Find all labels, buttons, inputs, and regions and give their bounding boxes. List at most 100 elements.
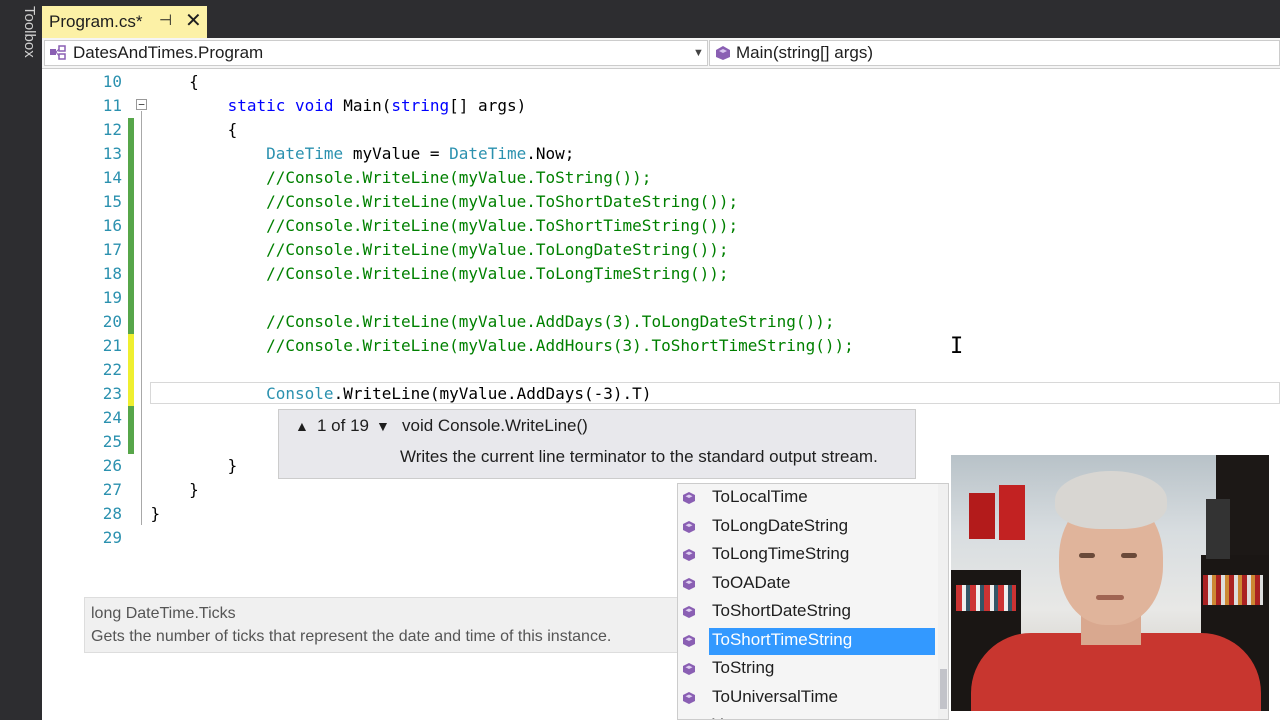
completion-item-label: ToShortTimeString xyxy=(712,629,853,649)
code-line[interactable]: } xyxy=(112,478,199,502)
line-number: 10 xyxy=(102,72,122,91)
code-line[interactable]: static void Main(string[] args) xyxy=(112,94,527,118)
code-token: //Console.WriteLine(myValue.ToShortDateS… xyxy=(266,192,739,211)
document-tab-strip xyxy=(42,0,1280,38)
text-cursor-icon: I xyxy=(950,334,964,359)
line-number: 12 xyxy=(102,120,122,139)
method-icon xyxy=(682,691,696,705)
code-line[interactable]: //Console.WriteLine(myValue.ToShortDateS… xyxy=(112,190,738,214)
completion-item-label: ToOADate xyxy=(712,572,791,592)
method-icon xyxy=(682,520,696,534)
webcam-books xyxy=(1203,575,1263,605)
completion-item[interactable]: ToLongDateString xyxy=(678,513,936,541)
code-token: .Now; xyxy=(526,144,575,163)
completion-item[interactable]: ToLongTimeString xyxy=(678,541,936,569)
type-dropdown[interactable]: DatesAndTimes.Program ▼ xyxy=(44,40,708,66)
signature-help-tooltip: ▲ 1 of 19 ▼ void Console.WriteLine() Wri… xyxy=(278,409,916,479)
method-icon xyxy=(682,491,696,505)
line-number: 22 xyxy=(102,360,122,379)
code-token: } xyxy=(112,504,161,523)
code-token: .WriteLine(myValue.AddDays(-3).T) xyxy=(333,384,652,403)
completion-scroll-thumb[interactable] xyxy=(940,669,947,709)
completion-item[interactable]: ToString xyxy=(678,655,936,683)
completion-list[interactable]: ToLocalTime ToLongDateString ToLongTimeStr… xyxy=(677,483,949,720)
member-dropdown[interactable]: Main(string[] args) xyxy=(709,40,1280,66)
tab-program-cs[interactable]: Program.cs* ⊣ ✕ xyxy=(42,6,207,38)
toolbox-strip[interactable]: Toolbox xyxy=(0,0,42,720)
webcam-lantern xyxy=(1206,499,1230,559)
code-token: } xyxy=(112,456,238,475)
code-token: string xyxy=(391,96,450,115)
class-icon xyxy=(49,45,67,66)
line-number: 14 xyxy=(102,168,122,187)
code-line[interactable]: } xyxy=(112,454,238,478)
navigation-bar: DatesAndTimes.Program ▼ Main(string[] ar… xyxy=(42,38,1280,69)
completion-item[interactable]: ToOADate xyxy=(678,570,936,598)
code-line[interactable]: DateTime myValue = DateTime.Now; xyxy=(112,142,574,166)
code-line[interactable]: } xyxy=(112,502,161,526)
line-number: 11 xyxy=(102,96,122,115)
line-number: 18 xyxy=(102,264,122,283)
toolbox-label[interactable]: Toolbox xyxy=(2,6,38,86)
quick-info-title: long DateTime.Ticks xyxy=(91,605,236,622)
code-line[interactable]: Console.WriteLine(myValue.AddDays(-3).T) xyxy=(112,382,651,406)
code-token: Console xyxy=(266,384,334,403)
presenter-eye xyxy=(1121,553,1137,558)
code-line[interactable]: //Console.WriteLine(myValue.ToLongDateSt… xyxy=(112,238,729,262)
change-indicator xyxy=(128,286,134,310)
member-dropdown-value: Main(string[] args) xyxy=(736,43,873,62)
code-token: [] args) xyxy=(449,96,527,115)
change-indicator xyxy=(128,430,134,454)
completion-item[interactable]: ToUniversalTime xyxy=(678,684,936,712)
code-line[interactable]: //Console.WriteLine(myValue.AddDays(3).T… xyxy=(112,310,834,334)
code-token: DateTime xyxy=(266,144,344,163)
method-icon xyxy=(714,45,732,66)
presenter-mouth xyxy=(1096,595,1124,600)
change-indicator xyxy=(128,406,134,430)
completion-item[interactable]: ToShortDateString xyxy=(678,598,936,626)
chevron-down-icon[interactable]: ▼ xyxy=(693,47,704,59)
pin-icon[interactable]: ⊣ xyxy=(159,11,172,29)
code-line[interactable]: //Console.WriteLine(myValue.ToShortTimeS… xyxy=(112,214,738,238)
method-icon xyxy=(682,548,696,562)
code-token: //Console.WriteLine(myValue.ToLongDateSt… xyxy=(266,240,729,259)
completion-item-label: ToShortDateString xyxy=(712,601,851,620)
presenter-eye xyxy=(1079,553,1095,558)
code-line[interactable]: //Console.WriteLine(myValue.ToString()); xyxy=(112,166,651,190)
change-indicator xyxy=(128,358,134,382)
code-line[interactable]: { xyxy=(112,70,199,94)
completion-scrollbar[interactable] xyxy=(938,484,948,719)
code-token: //Console.WriteLine(myValue.ToShortTimeS… xyxy=(266,216,739,235)
line-number: 29 xyxy=(102,528,122,547)
code-line[interactable]: //Console.WriteLine(myValue.AddHours(3).… xyxy=(112,334,854,358)
completion-item-label: Year xyxy=(712,715,746,719)
webcam-lantern xyxy=(969,493,995,539)
line-number: 27 xyxy=(102,480,122,499)
code-token: } xyxy=(112,480,199,499)
completion-item[interactable]: ToShortTimeString xyxy=(678,627,936,655)
completion-item-label: ToUniversalTime xyxy=(712,686,838,706)
completion-item[interactable]: ToLocalTime xyxy=(678,484,936,512)
close-icon[interactable]: ✕ xyxy=(185,8,202,33)
webcam-lantern xyxy=(999,485,1025,540)
line-number: 15 xyxy=(102,192,122,211)
next-overload-icon[interactable]: ▼ xyxy=(376,418,390,434)
line-number: 17 xyxy=(102,240,122,259)
completion-item[interactable]: Year xyxy=(678,712,936,719)
previous-overload-icon[interactable]: ▲ xyxy=(295,418,309,434)
code-token: { xyxy=(112,72,199,91)
webcam-books xyxy=(956,585,1016,611)
line-number: 23 xyxy=(102,384,122,403)
method-icon xyxy=(682,605,696,619)
code-line[interactable]: //Console.WriteLine(myValue.ToLongTimeSt… xyxy=(112,262,728,286)
code-token: void xyxy=(295,96,334,115)
code-line[interactable]: { xyxy=(112,118,238,142)
code-token: //Console.WriteLine(myValue.AddHours(3).… xyxy=(266,336,854,355)
presenter-hair xyxy=(1055,471,1167,529)
